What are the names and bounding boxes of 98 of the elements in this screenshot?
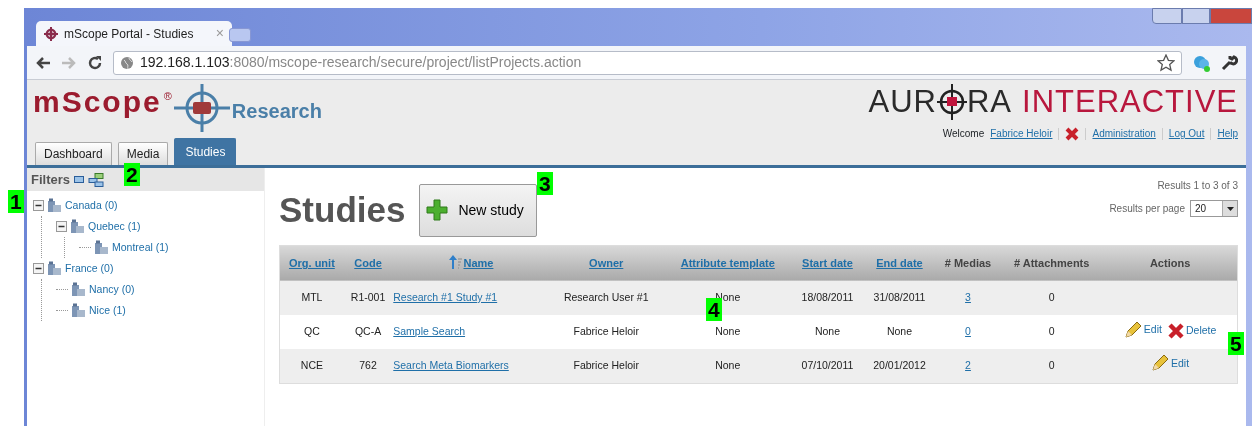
registered-mark: ® — [163, 89, 172, 104]
table-cell-text: None — [715, 358, 741, 371]
x-icon — [1167, 322, 1184, 339]
building-icon — [94, 240, 109, 255]
tree-link[interactable]: Quebec (1) — [88, 218, 141, 235]
per-page-select[interactable]: 20 — [1190, 200, 1238, 217]
brand-text: AUR — [868, 84, 937, 120]
callout-number: 3 — [537, 172, 553, 195]
tree-link[interactable]: France (0) — [65, 260, 114, 277]
page-title: Studies — [279, 189, 406, 231]
edit-link[interactable]: Edit — [1151, 354, 1190, 373]
nav-tab[interactable]: Media — [117, 142, 169, 165]
back-icon[interactable] — [35, 55, 51, 70]
collapse-icon[interactable] — [33, 263, 44, 274]
collapse-icon[interactable] — [56, 221, 67, 232]
table-cell-text: None — [814, 325, 840, 338]
column-header-link[interactable]: Code — [354, 257, 382, 269]
column-header: Actions — [1149, 257, 1191, 269]
star-icon[interactable] — [1157, 53, 1175, 72]
tree-link[interactable]: Nice (1) — [89, 302, 126, 319]
table-cell-text: QC — [304, 325, 320, 338]
globe-icon — [120, 55, 134, 70]
building-icon — [70, 219, 85, 234]
column-header: # Attachments — [1014, 257, 1090, 269]
nav-tab[interactable]: Dashboard — [35, 142, 112, 165]
building-icon — [71, 303, 86, 318]
sort-arrow-icon — [447, 255, 464, 269]
media-count-link[interactable]: 3 — [965, 291, 971, 304]
table-cell-text: 18/08/2011 — [801, 291, 854, 304]
table-cell-text: NCE — [300, 358, 323, 371]
header-link[interactable]: Help — [1217, 126, 1238, 141]
pencil-icon — [1123, 320, 1142, 339]
table-cell-text: None — [715, 325, 741, 338]
logo-name: mScope — [33, 84, 162, 120]
callout-number: 5 — [1228, 332, 1244, 355]
nav-tab[interactable]: Studies — [174, 138, 237, 165]
tree-icon[interactable] — [88, 172, 104, 187]
pencil-icon — [1151, 354, 1170, 373]
callout-number: 4 — [706, 298, 722, 321]
tree-link[interactable]: Montreal (1) — [112, 239, 169, 256]
media-count-link[interactable]: 0 — [965, 325, 971, 338]
browser-tab[interactable]: mScope Portal - Studies × — [36, 21, 232, 46]
crosshair-icon — [44, 26, 58, 41]
table-cell-text: 762 — [359, 358, 377, 371]
header-link[interactable]: Log Out — [1168, 126, 1205, 141]
results-text: Results 1 to 3 of 3 — [1156, 179, 1238, 193]
building-icon — [47, 261, 62, 276]
media-count-link[interactable]: 2 — [965, 358, 971, 371]
table-cell-text: 31/08/2011 — [873, 291, 926, 304]
column-header-link[interactable]: Name — [447, 257, 494, 269]
edit-link[interactable]: Edit — [1123, 320, 1162, 339]
cloud-icon[interactable] — [1192, 53, 1210, 72]
table-cell-text: Fabrice Heloir — [573, 325, 639, 338]
table-cell-text: 07/10/2011 — [801, 358, 854, 371]
table-cell-text: Fabrice Heloir — [573, 358, 639, 371]
collapse-icon[interactable] — [74, 175, 84, 184]
minimize-button[interactable] — [1152, 8, 1182, 24]
caret-icon — [1226, 206, 1234, 211]
plus-icon — [426, 199, 449, 222]
per-page-label: Results per page — [1109, 202, 1185, 216]
callout-number: 1 — [8, 190, 24, 213]
logo-product: Research — [231, 99, 322, 124]
crosshair-icon — [936, 84, 967, 120]
wrench-icon[interactable] — [1220, 53, 1238, 72]
tab-title: mScope Portal - Studies — [64, 25, 195, 43]
filters-title: Filters — [31, 170, 70, 189]
x-icon[interactable] — [1065, 126, 1080, 141]
column-header: # Medias — [944, 257, 992, 269]
maximize-button[interactable] — [1182, 8, 1210, 24]
brand-text: RA — [966, 84, 1013, 120]
column-header-link[interactable]: Owner — [589, 257, 624, 269]
table-cell-text: Research User #1 — [563, 291, 649, 304]
new-study-button[interactable]: New study — [419, 184, 537, 237]
building-icon — [71, 282, 86, 297]
address-field[interactable]: 192.168.1.103:8080/mscope-research/secure/project/listProjects.action — [113, 50, 1182, 75]
table-cell-text: 0 — [1048, 358, 1055, 371]
header-link[interactable]: Administration — [1092, 126, 1156, 141]
table-cell-text: R1-001 — [350, 291, 386, 304]
callout-number: 2 — [124, 163, 140, 186]
table-cell-text: 20/01/2012 — [873, 358, 926, 371]
welcome-text: Welcome — [942, 127, 985, 141]
crosshair-icon — [173, 84, 230, 132]
collapse-icon[interactable] — [33, 200, 44, 211]
url-text: 192.168.1.103:8080/mscope-research/secure/project/listProjects.action — [140, 53, 582, 72]
table-cell-text: 0 — [1048, 325, 1055, 338]
close-icon[interactable]: × — [215, 23, 224, 44]
delete-link[interactable]: Delete — [1167, 322, 1217, 339]
user-link[interactable]: Fabrice Heloir — [990, 126, 1053, 141]
table-cell-text: None — [886, 325, 913, 338]
tree-link[interactable]: Nancy (0) — [89, 281, 135, 298]
building-icon — [47, 198, 62, 213]
table-cell-text: QC-A — [354, 325, 382, 338]
table-cell-text: MTL — [301, 291, 323, 304]
tree-link[interactable]: Canada (0) — [65, 197, 118, 214]
study-link[interactable]: Sample Search — [393, 325, 466, 338]
table-cell-text: 0 — [1048, 291, 1055, 304]
reload-icon[interactable] — [87, 54, 103, 71]
brand-text: INTERACTIVE — [1022, 84, 1238, 120]
